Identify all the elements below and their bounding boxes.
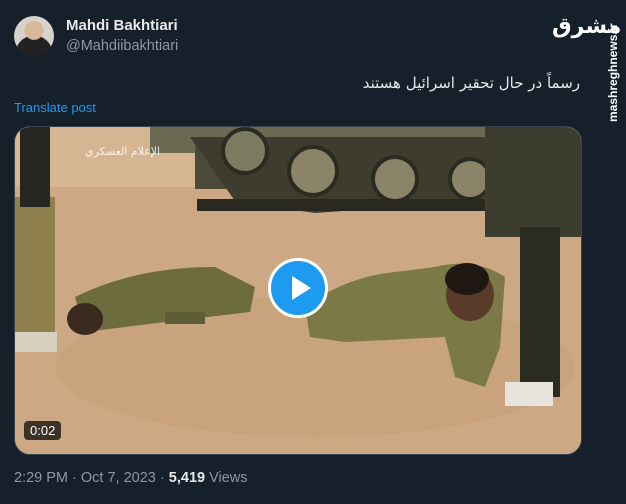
author-name[interactable]: Mahdi Bakhtiari — [66, 17, 178, 34]
meta-separator: · — [72, 470, 77, 486]
play-button[interactable] — [268, 258, 328, 318]
play-icon — [292, 276, 311, 300]
tweet-meta: 2:29 PM · Oct 7, 2023 · 5,419 Views — [14, 470, 248, 486]
channel-watermark: الإعلام العسكري — [85, 145, 161, 158]
tweet-date[interactable]: Oct 7, 2023 — [81, 470, 156, 486]
video-duration: 0:02 — [24, 421, 62, 440]
author-handle[interactable]: @Mahdiibakhtiari — [66, 38, 178, 54]
views-label: Views — [209, 470, 248, 486]
tweet-text: رسماً در حال تحقیر اسرائیل هستند — [362, 74, 580, 92]
meta-separator-2: · — [159, 470, 165, 486]
mashregh-logo: مشرق — [552, 14, 622, 39]
video-player[interactable]: الإعلام العسكري 0:02 — [14, 126, 582, 455]
side-watermark: mashreghnews.ir — [602, 0, 626, 504]
translate-post-link[interactable]: Translate post — [14, 100, 96, 115]
avatar[interactable] — [14, 16, 54, 56]
views-count: 5,419 — [168, 470, 206, 486]
tank-shape — [150, 127, 535, 213]
watermark-text: mashreghnews.ir — [606, 23, 620, 122]
tweet-time[interactable]: 2:29 PM — [14, 470, 68, 486]
